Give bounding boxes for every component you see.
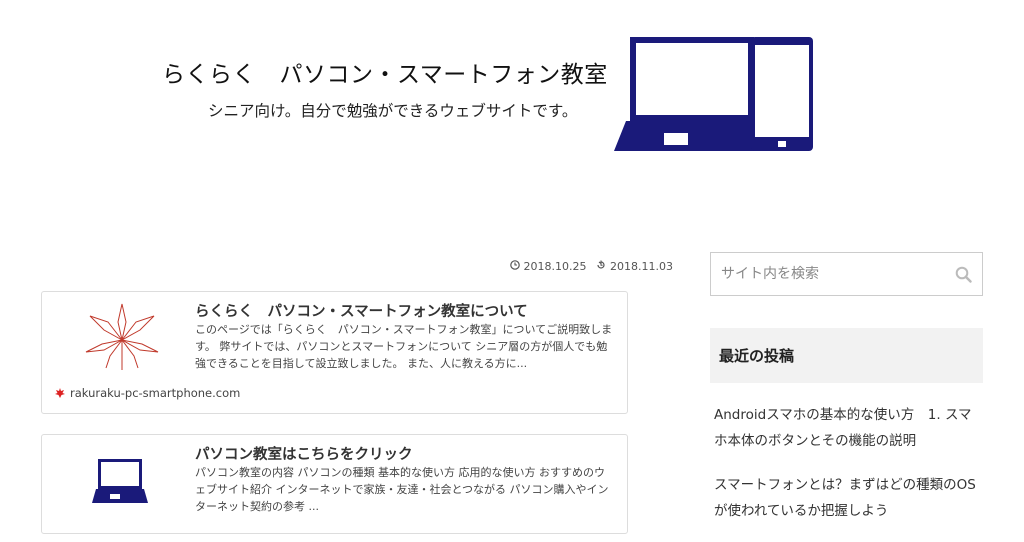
blogcard-pc-class[interactable]: パソコン教室はこちらをクリック パソコン教室の内容 パソコンの種類 基本的な使い… [41, 434, 628, 534]
site-logo[interactable] [612, 33, 818, 153]
blogcard-domain: rakuraku-pc-smartphone.com [70, 386, 241, 400]
recent-posts-title: 最近の投稿 [710, 328, 983, 383]
laptop-icon [92, 459, 148, 503]
blogcard-site: rakuraku-pc-smartphone.com [54, 386, 240, 400]
recent-post-link[interactable]: Androidスマホの基本的な使い方 1. スマホ本体のボタンとその機能の説明 [714, 402, 984, 454]
blogcard-excerpt: このページでは「らくらく パソコン・スマートフォン教室」についてご説明致します。… [195, 323, 613, 370]
blogcard-title: パソコン教室はこちらをクリック [195, 447, 413, 463]
recent-posts-list: Androidスマホの基本的な使い方 1. スマホ本体のボタンとその機能の説明 … [714, 402, 984, 542]
published-date: 2018.10.25 [510, 260, 586, 273]
search-icon[interactable] [955, 266, 972, 283]
search-input[interactable] [711, 253, 961, 295]
post-dates: 2018.10.25 2018.11.03 [510, 260, 673, 273]
blogcard-title: らくらく パソコン・スマートフォン教室について [195, 304, 528, 320]
site-tagline: シニア向け。自分で勉強ができるウェブサイトです。 [208, 102, 578, 120]
laptop-icon [614, 37, 770, 151]
site-header: らくらく パソコン・スマートフォン教室 シニア向け。自分で勉強ができるウェブサイ… [0, 0, 1024, 210]
clock-icon [510, 260, 520, 270]
blogcard-excerpt: パソコン教室の内容 パソコンの種類 基本的な使い方 応用的な使い方 おすすめのウ… [195, 466, 609, 513]
history-icon [597, 260, 606, 269]
sidebar-search [710, 252, 983, 296]
blogcard-about[interactable]: らくらく パソコン・スマートフォン教室について このページでは「らくらく パソコ… [41, 291, 628, 414]
updated-date: 2018.11.03 [596, 260, 673, 273]
smartphone-icon [751, 37, 813, 151]
site-title[interactable]: らくらく パソコン・スマートフォン教室 [162, 55, 608, 89]
recent-post-link[interactable]: スマートフォンとは？まずはどの種類のOSが使われているか把握しよう [714, 472, 984, 524]
favicon-icon [55, 388, 65, 398]
maple-leaf-icon [85, 303, 159, 370]
